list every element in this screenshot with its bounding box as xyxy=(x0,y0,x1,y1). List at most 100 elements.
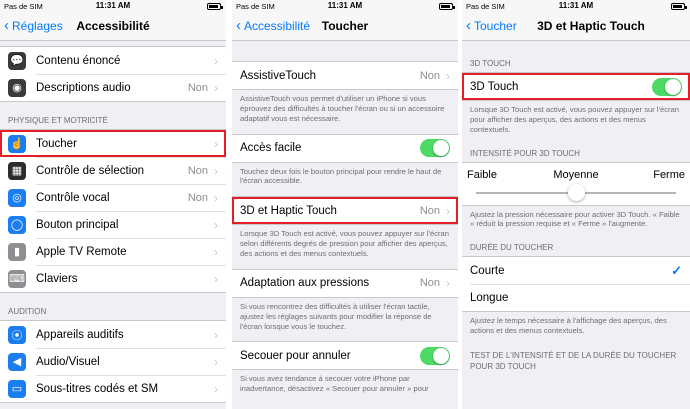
duree-group: Courte ✓ Longue xyxy=(462,256,690,313)
row-label: Courte xyxy=(470,264,505,277)
row-label: AssistiveTouch xyxy=(240,69,317,82)
voice-control-icon: ◎ xyxy=(8,188,26,207)
chevron-right-icon: › xyxy=(214,136,218,151)
row-label: Sous-titres codés et SM xyxy=(36,382,159,395)
haptic-group: 3D et Haptic Touch Non › xyxy=(232,196,458,226)
adaptation-row[interactable]: Adaptation aux pressions Non › xyxy=(232,270,458,297)
vision-group: 💬 Contenu énoncé › ◉ Descriptions audio Non › xyxy=(0,46,226,102)
section-header-test: TEST DE L'INTENSITÉ ET DE LA DURÉE DU TO… xyxy=(470,351,677,372)
touch3d-group: 3D Touch xyxy=(462,72,690,101)
adaptation-group: Adaptation aux pressions Non › xyxy=(232,268,458,298)
row-value: Non xyxy=(419,204,440,217)
page-title: 3D et Haptic Touch xyxy=(537,19,645,33)
chevron-right-icon: › xyxy=(446,276,450,291)
slider-thumb[interactable] xyxy=(567,183,585,201)
row-label: 3D Touch xyxy=(470,80,519,93)
row-label: Apple TV Remote xyxy=(36,245,127,258)
settings-row-contr-le-vocal[interactable]: ◎ Contrôle vocal Non › xyxy=(0,184,226,211)
settings-row-claviers[interactable]: ⌨ Claviers › xyxy=(0,265,226,292)
row-label: Bouton principal xyxy=(36,218,119,231)
chevron-right-icon: › xyxy=(446,203,450,218)
duree-option-courte[interactable]: Courte ✓ xyxy=(462,257,690,284)
row-value: Non xyxy=(187,164,208,177)
section-header-duree: DURÉE DU TOUCHER xyxy=(470,243,554,253)
navigation-bar: ‹ Accessibilité Toucher xyxy=(232,13,458,41)
battery-icon xyxy=(671,3,687,10)
duree-footer: Ajustez le temps nécessaire à l'affichag… xyxy=(470,316,667,336)
secouer-toggle[interactable] xyxy=(420,346,450,365)
page-title: Toucher xyxy=(321,19,369,33)
checkmark-icon: ✓ xyxy=(671,262,682,278)
battery-icon xyxy=(207,3,223,10)
row-value: Non xyxy=(419,69,440,82)
ear-icon: ⦿ xyxy=(8,325,26,344)
slider-high-label: Ferme xyxy=(653,168,685,181)
duree-option-longue[interactable]: Longue xyxy=(462,284,690,311)
audition-group: ⦿ Appareils auditifs › ◀ Audio/Visuel › ▭ Sous-… xyxy=(0,320,226,403)
physique-group: ☝ Toucher › ▦ Contrôle de sélection Non › ◎ Cont… xyxy=(0,129,226,293)
settings-row-sous-titres-cod-s-et-sm[interactable]: ▭ Sous-titres codés et SM › xyxy=(0,375,226,402)
settings-row-toucher[interactable]: ☝ Toucher › xyxy=(0,130,226,157)
status-bar: Pas de SIM 11:31 AM xyxy=(462,0,690,13)
chevron-right-icon: › xyxy=(214,271,218,286)
settings-row-contr-le-de-s-lection[interactable]: ▦ Contrôle de sélection Non › xyxy=(0,157,226,184)
chevron-right-icon: › xyxy=(214,354,218,369)
chevron-right-icon: › xyxy=(214,163,218,178)
row-label: Accès facile xyxy=(240,142,302,155)
settings-row-appareils-auditifs[interactable]: ⦿ Appareils auditifs › xyxy=(0,321,226,348)
chevron-right-icon: › xyxy=(214,381,218,396)
switch-grid-icon: ▦ xyxy=(8,161,26,180)
keyboard-icon: ⌨ xyxy=(8,269,26,288)
touch3d-footer: Lorsque 3D Touch est activé, vous pouvez… xyxy=(470,105,679,134)
captions-icon: ▭ xyxy=(8,379,26,398)
intensity-slider[interactable]: Faible Moyenne Ferme xyxy=(462,161,690,206)
settings-row-apple-tv-remote[interactable]: ▮ Apple TV Remote › xyxy=(0,238,226,265)
slider-footer: Ajustez la pression nécessaire pour acti… xyxy=(470,209,680,229)
row-label: Adaptation aux pressions xyxy=(240,277,370,290)
hand-icon: ☝ xyxy=(8,134,26,153)
touch3d-toggle[interactable] xyxy=(652,77,682,96)
secouer-group: Secouer pour annuler xyxy=(232,341,458,371)
assistivetouch-row[interactable]: AssistiveTouch Non › xyxy=(232,62,458,89)
settings-row-contenu-nonc-[interactable]: 💬 Contenu énoncé › xyxy=(0,47,226,74)
row-label: Contrôle vocal xyxy=(36,191,110,204)
section-header-3d-touch: 3D TOUCH xyxy=(470,59,511,68)
settings-row-descriptions-audio[interactable]: ◉ Descriptions audio Non › xyxy=(0,74,226,101)
status-bar: Pas de SIM 11:31 AM xyxy=(232,0,458,13)
status-bar: Pas de SIM 11:31 AM xyxy=(0,0,226,13)
acces-facile-footer: Touchez deux fois le bouton principal po… xyxy=(240,166,442,186)
chevron-right-icon: › xyxy=(446,68,450,83)
haptic-touch-screen: Pas de SIM 11:31 AM ‹ Toucher 3D et Hapt… xyxy=(462,0,690,409)
row-value: Non xyxy=(419,277,440,290)
clock: 11:31 AM xyxy=(558,1,594,10)
row-label: 3D et Haptic Touch xyxy=(240,204,337,217)
chevron-right-icon: › xyxy=(214,53,218,68)
settings-row-bouton-principal[interactable]: ◯ Bouton principal › xyxy=(0,211,226,238)
chevron-right-icon: › xyxy=(214,327,218,342)
acces-facile-toggle[interactable] xyxy=(420,139,450,158)
acces-facile-group: Accès facile xyxy=(232,133,458,163)
audio-description-icon: ◉ xyxy=(8,78,26,97)
section-header-intensite: INTENSITÉ POUR 3D TOUCH xyxy=(470,148,580,158)
speaker-icon: ◀ xyxy=(8,352,26,371)
assistive-footer: AssistiveTouch vous permet d'utiliser un… xyxy=(240,94,445,123)
settings-row-audio-visuel[interactable]: ◀ Audio/Visuel › xyxy=(0,348,226,375)
row-value: Non xyxy=(187,81,208,94)
chevron-right-icon: › xyxy=(214,80,218,95)
row-label: Contenu énoncé xyxy=(36,54,121,67)
row-label: Longue xyxy=(470,291,509,304)
row-label: Contrôle de sélection xyxy=(36,164,145,177)
chevron-left-icon: ‹ xyxy=(466,17,471,34)
battery-icon xyxy=(439,3,455,10)
haptic-touch-row[interactable]: 3D et Haptic Touch Non › xyxy=(232,197,458,225)
section-header-audition: AUDITION xyxy=(8,307,47,316)
navigation-bar: ‹ Réglages Accessibilité xyxy=(0,13,226,41)
chevron-right-icon: › xyxy=(214,217,218,232)
remote-icon: ▮ xyxy=(8,242,26,261)
touch-screen: Pas de SIM 11:31 AM ‹ Accessibilité Touc… xyxy=(232,0,458,409)
touch3d-row: 3D Touch xyxy=(462,73,690,100)
adaptation-footer: Si vous rencontrez des difficultés à uti… xyxy=(240,301,432,331)
row-label: Audio/Visuel xyxy=(36,355,100,368)
chevron-right-icon: › xyxy=(214,190,218,205)
haptic-footer: Lorsque 3D Touch est activé, vous pouvez… xyxy=(240,229,449,259)
